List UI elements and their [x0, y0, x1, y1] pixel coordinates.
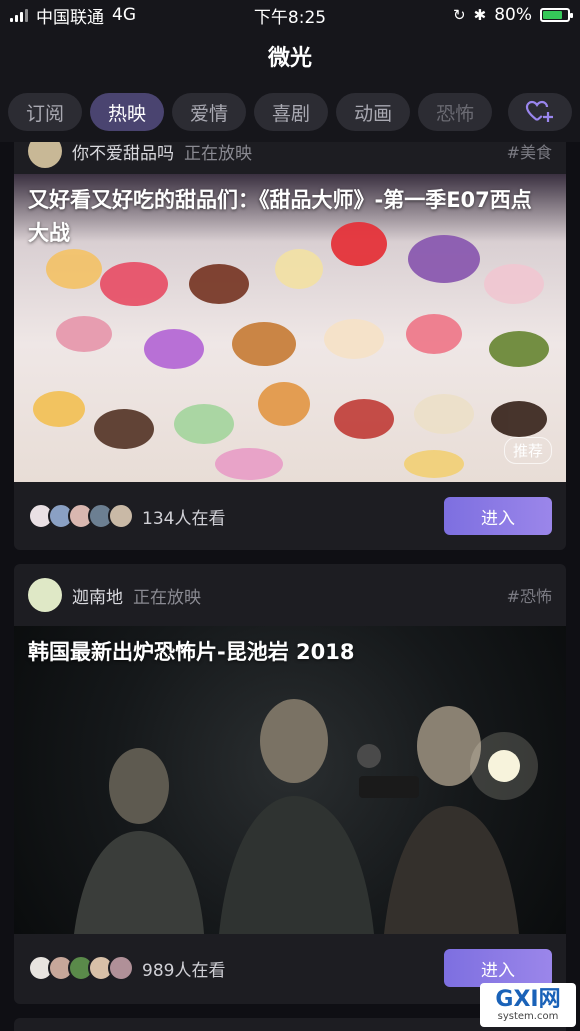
- host-avatar[interactable]: [28, 142, 62, 168]
- tab-label: 爱情: [190, 102, 229, 125]
- category-tag[interactable]: #美食: [507, 142, 552, 163]
- tab-subscribe[interactable]: 订阅: [8, 93, 83, 131]
- viewer-avatars: [28, 955, 134, 981]
- status-bar: 中国联通 4G 下午8:25 ↻ ✱ 80%: [0, 0, 580, 30]
- signal-icon: [10, 8, 28, 22]
- card-header: 你不爱甜品吗 正在放映 #美食: [14, 142, 566, 174]
- horror-scene: [74, 699, 538, 934]
- category-tabs: 订阅 热映 爱情 喜剧 动画 恐怖: [0, 82, 580, 142]
- playing-status: 正在放映: [184, 143, 252, 164]
- viewer-count: 989人在看: [142, 960, 226, 981]
- watermark-brand: GXI网: [495, 986, 561, 1012]
- page-title: 微光: [267, 46, 312, 71]
- viewer-avatar: [108, 955, 134, 981]
- tab-label: 订阅: [26, 102, 65, 125]
- host-name[interactable]: 你不爱甜品吗: [72, 142, 174, 164]
- viewer-count: 134人在看: [142, 508, 226, 529]
- watermark-site: system.com: [497, 1010, 559, 1022]
- tab-hot[interactable]: 热映: [90, 93, 165, 131]
- site-watermark: GXI网 system.com: [480, 983, 576, 1027]
- room-card[interactable]: 迦南地 正在放映 #恐怖 韩国最新出炉恐怖片-昆池岩 2018 989人在看 进…: [14, 564, 566, 1004]
- carrier-label: 中国联通: [36, 7, 104, 28]
- video-title: 又好看又好吃的甜品们：《甜品大师》-第一季E07西点大战: [28, 188, 532, 245]
- tab-animation[interactable]: 动画: [336, 93, 411, 131]
- feed-list[interactable]: 你不爱甜品吗 正在放映 #美食 又好看又好吃的甜品们：《甜品大师》-第一季E07…: [0, 142, 580, 1031]
- battery-percent: 80%: [494, 5, 532, 25]
- tab-romance[interactable]: 爱情: [172, 93, 247, 131]
- clock: 下午8:25: [253, 7, 327, 28]
- tab-comedy[interactable]: 喜剧: [254, 93, 329, 131]
- host-avatar[interactable]: [28, 578, 62, 612]
- bluetooth-icon: ✱: [473, 6, 487, 24]
- card-footer: 134人在看 进入: [14, 482, 566, 550]
- viewer-avatars: [28, 503, 134, 529]
- tab-label: 动画: [354, 102, 393, 125]
- app-header: 微光: [0, 30, 580, 82]
- video-cover[interactable]: 又好看又好吃的甜品们：《甜品大师》-第一季E07西点大战 推荐: [14, 174, 566, 482]
- enter-button[interactable]: 进入: [444, 497, 552, 535]
- viewer-avatar: [108, 503, 134, 529]
- heart-plus-icon: [525, 100, 553, 122]
- tab-label: 恐怖: [436, 102, 475, 125]
- favorite-add-button[interactable]: [508, 93, 572, 131]
- video-title: 韩国最新出炉恐怖片-昆池岩 2018: [28, 640, 355, 664]
- recommend-badge: 推荐: [503, 437, 552, 464]
- playing-status: 正在放映: [133, 587, 201, 608]
- enter-button[interactable]: 进入: [444, 949, 552, 987]
- tab-label: 热映: [108, 102, 147, 125]
- video-cover[interactable]: 韩国最新出炉恐怖片-昆池岩 2018: [14, 626, 566, 934]
- host-name[interactable]: 迦南地: [72, 583, 123, 608]
- card-header: 迦南地 正在放映 #恐怖: [14, 564, 566, 626]
- tab-horror[interactable]: 恐怖: [418, 93, 493, 131]
- network-label: 4G: [112, 5, 136, 25]
- lock-rotation-icon: ↻: [453, 6, 466, 24]
- tab-label: 喜剧: [272, 102, 311, 125]
- battery-icon: [540, 8, 573, 22]
- room-card[interactable]: 你不爱甜品吗 正在放映 #美食 又好看又好吃的甜品们：《甜品大师》-第一季E07…: [14, 142, 566, 550]
- category-tag[interactable]: #恐怖: [507, 583, 552, 607]
